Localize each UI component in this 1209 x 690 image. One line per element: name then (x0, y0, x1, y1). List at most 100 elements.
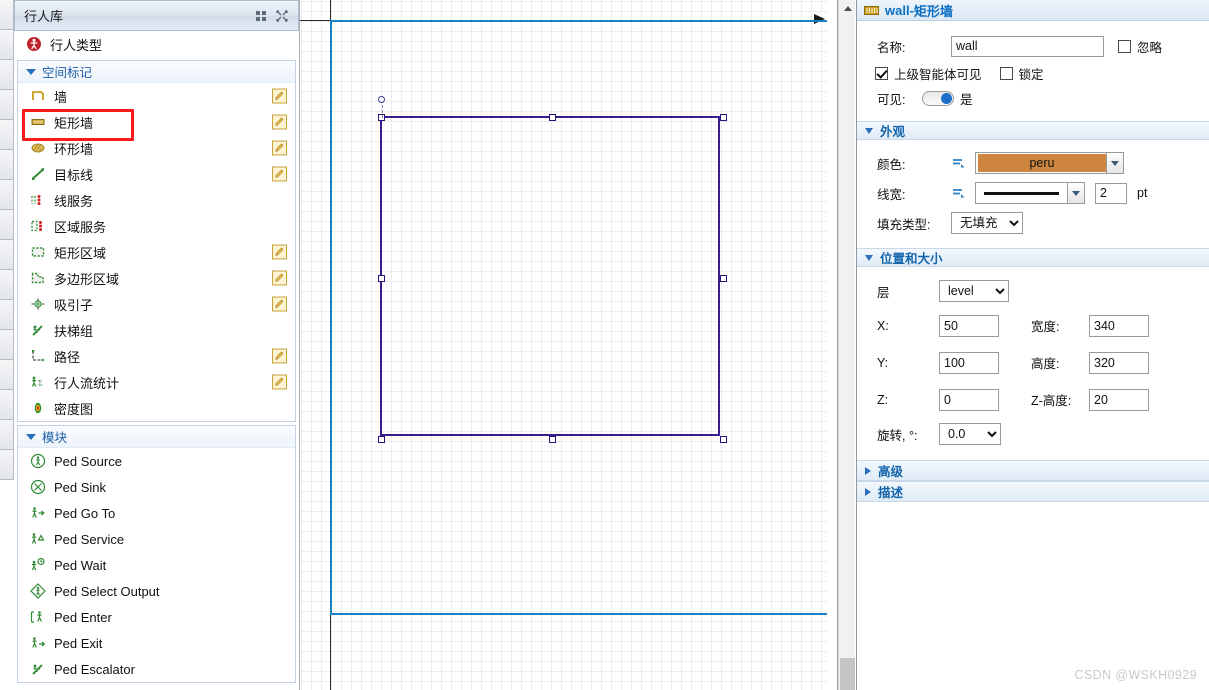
tree-item-label: Ped Enter (54, 609, 112, 625)
edit-pencil-icon[interactable] (272, 374, 287, 390)
height-input[interactable] (1089, 351, 1149, 374)
x-input[interactable] (939, 314, 999, 337)
tree-item-circular-wall[interactable]: 环形墙 (18, 135, 295, 161)
library-tree[interactable]: 行人类型 空间标记 墙 矩形墙 环形墙 目标线 线服务 区域服务 矩形区域 多边… (14, 31, 299, 690)
resize-handle-middle-left[interactable] (378, 275, 385, 282)
width-input[interactable] (1089, 314, 1149, 337)
edge-cell[interactable] (0, 270, 14, 300)
tree-item-escalator-group[interactable]: 扶梯组 (18, 317, 295, 343)
tree-item-ped-sink[interactable]: Ped Sink (18, 474, 295, 500)
edge-cell[interactable] (0, 210, 14, 240)
tree-item-ped-escalator[interactable]: Ped Escalator (18, 656, 295, 682)
edge-cell[interactable] (0, 120, 14, 150)
rotation-select[interactable]: 0.0 (939, 423, 1001, 445)
canvas-vertical-scrollbar[interactable] (838, 0, 855, 690)
design-canvas[interactable] (300, 0, 855, 690)
chevron-down-icon[interactable] (1067, 183, 1084, 203)
z-height-input[interactable] (1089, 388, 1149, 411)
lock-checkbox[interactable] (999, 66, 1013, 80)
section-header-advanced[interactable]: 高级 (857, 460, 1209, 481)
tree-item-target-line[interactable]: 目标线 (18, 161, 295, 187)
section-header-description[interactable]: 描述 (857, 481, 1209, 502)
edge-cell[interactable] (0, 240, 14, 270)
tree-item-ped-select-output[interactable]: Ped Select Output (18, 578, 295, 604)
edit-pencil-icon[interactable] (272, 244, 287, 260)
tree-item-rect-area[interactable]: 矩形区域 (18, 239, 295, 265)
layer-select[interactable]: level (939, 280, 1009, 302)
edge-cell[interactable] (0, 30, 14, 60)
tree-item-attractor[interactable]: 吸引子 (18, 291, 295, 317)
tree-item-ped-exit[interactable]: Ped Exit (18, 630, 295, 656)
group-header-space-markup[interactable]: 空间标记 (18, 61, 295, 83)
tree-item-label: 路径 (54, 349, 81, 365)
height-label: 高度: (1031, 357, 1060, 371)
tree-item-line-service[interactable]: 线服务 (18, 187, 295, 213)
edge-cell[interactable] (0, 180, 14, 210)
edit-pencil-icon[interactable] (272, 270, 287, 286)
dynamic-value-icon[interactable] (951, 186, 967, 200)
visible-toggle[interactable] (922, 90, 954, 106)
edge-cell[interactable] (0, 330, 14, 360)
scrollbar-thumb[interactable] (840, 658, 855, 690)
edit-pencil-icon[interactable] (272, 140, 287, 156)
edge-cell[interactable] (0, 150, 14, 180)
resize-handle-top-center[interactable] (549, 114, 556, 121)
expand-icon[interactable] (276, 9, 288, 22)
edge-cell[interactable] (0, 420, 14, 450)
position-size-body: 层 level X: 宽度: Y: 高度: Z: Z-高度: (857, 267, 1209, 460)
tree-item-ped-type[interactable]: 行人类型 (14, 31, 299, 57)
visible-upper-checkbox[interactable] (875, 66, 888, 80)
linewidth-input[interactable] (1095, 182, 1127, 204)
section-header-position-size[interactable]: 位置和大小 (857, 248, 1209, 267)
group-header-modules[interactable]: 模块 (18, 426, 295, 448)
tree-item-wall[interactable]: 墙 (18, 83, 295, 109)
edge-cell[interactable] (0, 0, 14, 30)
edit-pencil-icon[interactable] (272, 166, 287, 182)
color-swatch[interactable]: peru (978, 154, 1106, 172)
visible-label: 可见: (877, 92, 906, 107)
tree-item-area-service[interactable]: 区域服务 (18, 213, 295, 239)
edit-pencil-icon[interactable] (272, 296, 287, 312)
tree-item-ped-enter[interactable]: Ped Enter (18, 604, 295, 630)
resize-handle-bottom-right[interactable] (720, 436, 727, 443)
z-input[interactable] (939, 388, 999, 411)
y-input[interactable] (939, 351, 999, 374)
tree-item-rect-wall[interactable]: 矩形墙 (18, 109, 295, 141)
tree-item-ped-go-to[interactable]: Ped Go To (18, 500, 295, 526)
resize-handle-top-right[interactable] (720, 114, 727, 121)
edit-pencil-icon[interactable] (272, 114, 287, 130)
edit-pencil-icon[interactable] (272, 88, 287, 104)
selected-rectangle-wall[interactable] (378, 96, 727, 443)
chevron-down-icon[interactable] (1106, 153, 1123, 173)
edge-cell[interactable] (0, 90, 14, 120)
tree-item-polygon-area[interactable]: 多边形区域 (18, 265, 295, 291)
edge-cell[interactable] (0, 300, 14, 330)
chevron-up-icon[interactable] (839, 0, 855, 17)
ignore-checkbox[interactable] (1118, 39, 1131, 53)
tree-item-ped-wait[interactable]: Ped Wait (18, 552, 295, 578)
linewidth-combo[interactable] (975, 182, 1085, 204)
dynamic-value-icon[interactable] (951, 156, 967, 170)
edge-cell[interactable] (0, 450, 14, 480)
section-header-appearance[interactable]: 外观 (857, 121, 1209, 140)
name-input[interactable] (951, 35, 1104, 57)
tree-item-path[interactable]: 路径 (18, 343, 295, 369)
resize-handle-bottom-center[interactable] (549, 436, 556, 443)
resize-handle-middle-right[interactable] (720, 275, 727, 282)
edit-pencil-icon[interactable] (272, 348, 287, 364)
edge-cell[interactable] (0, 360, 14, 390)
chevron-down-icon (865, 254, 873, 261)
color-combo[interactable]: peru (975, 152, 1124, 174)
tree-item-density-map[interactable]: 密度图 (18, 395, 295, 421)
tree-item-ped-source[interactable]: Ped Source (18, 448, 295, 474)
tree-item-label: 吸引子 (54, 297, 94, 313)
edge-cell[interactable] (0, 60, 14, 90)
rotation-handle[interactable] (378, 96, 385, 103)
tree-item-ped-service[interactable]: Ped Service (18, 526, 295, 552)
fill-type-select[interactable]: 无填充 (951, 212, 1023, 234)
resize-handle-bottom-left[interactable] (378, 436, 385, 443)
tree-item-label: 扶梯组 (54, 323, 94, 339)
grid-view-icon[interactable] (256, 10, 266, 21)
tree-item-ped-flow-statistics[interactable]: Σ 行人流统计 (18, 369, 295, 395)
edge-cell[interactable] (0, 390, 14, 420)
